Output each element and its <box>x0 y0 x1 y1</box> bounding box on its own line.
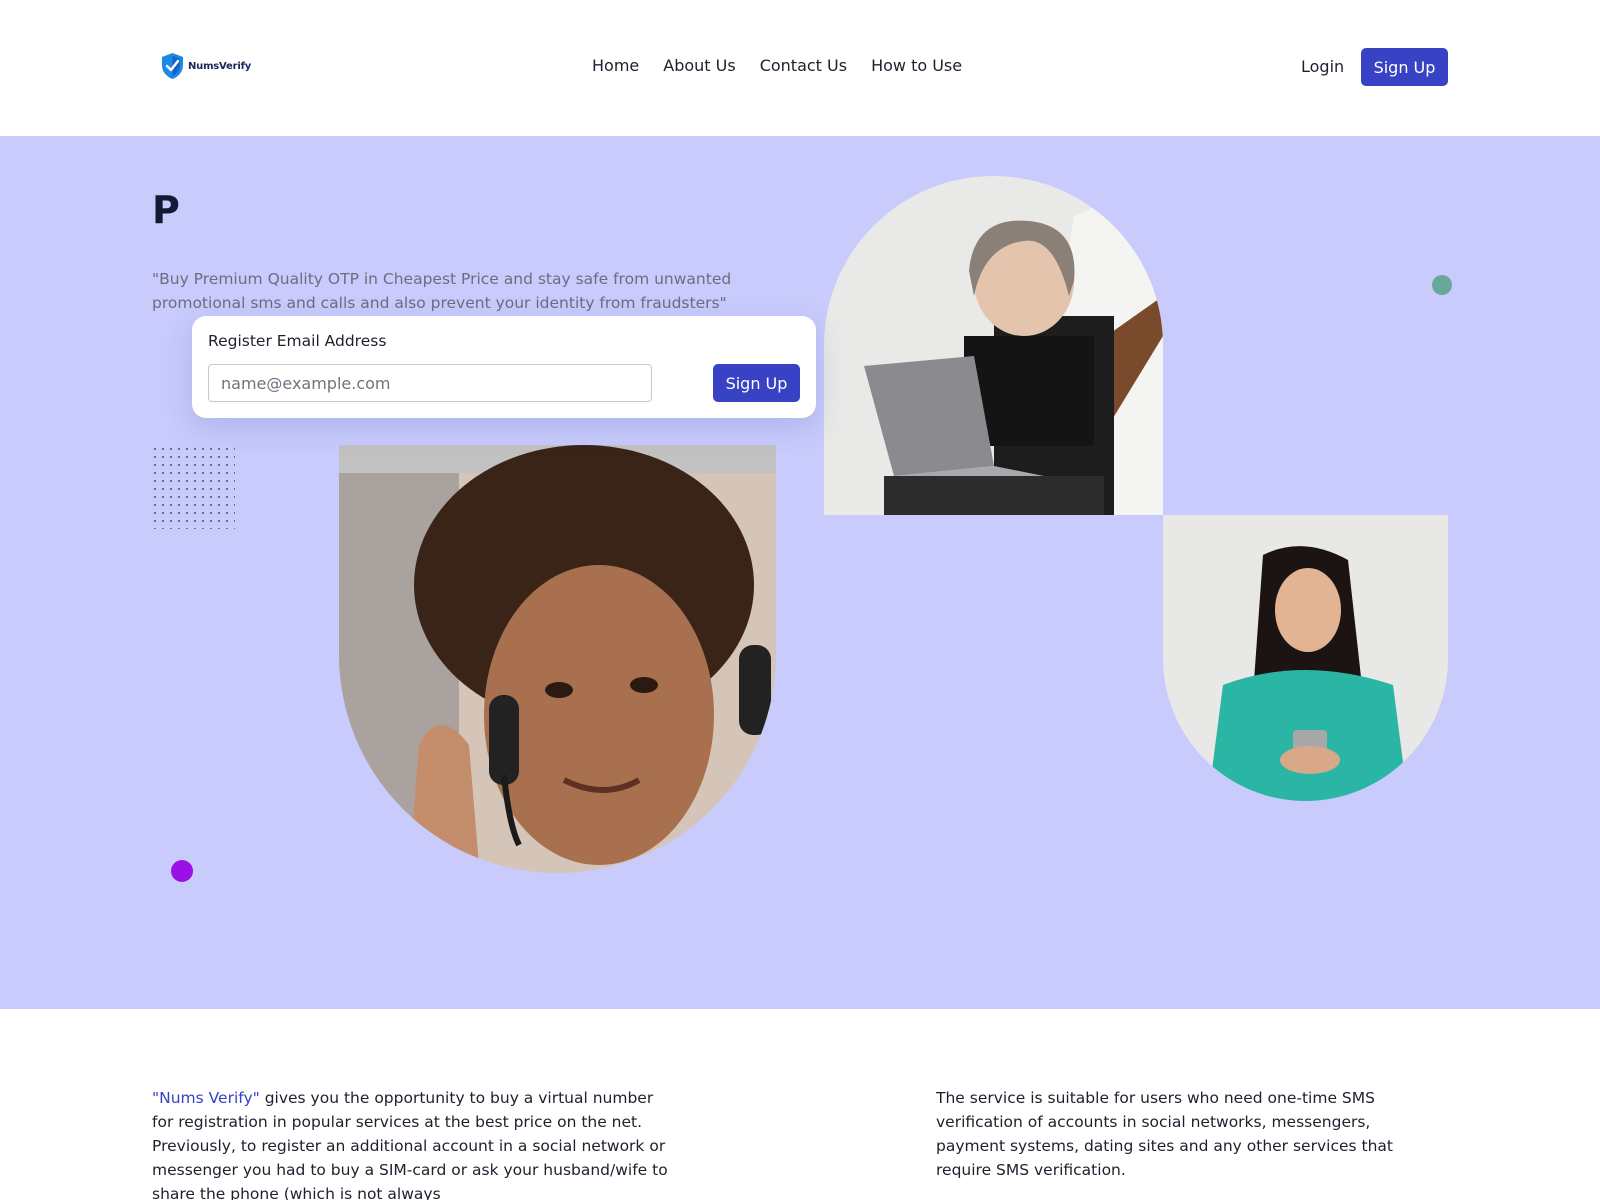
hero-quote: "Buy Premium Quality OTP in Cheapest Pri… <box>152 270 732 312</box>
info-left-paragraph: "Nums Verify" gives you the opportunity … <box>152 1086 672 1200</box>
logo[interactable]: NumsVerify <box>160 52 251 80</box>
register-email-label: Register Email Address <box>208 332 387 350</box>
site-header: NumsVerify Home About Us Contact Us How … <box>0 0 1600 136</box>
brand-name-highlight: "Nums Verify" <box>152 1089 260 1107</box>
logo-text: NumsVerify <box>188 60 252 72</box>
hero-title: P <box>152 188 180 232</box>
photo-person-laptop <box>824 176 1163 515</box>
register-email-input[interactable] <box>208 364 652 402</box>
shield-check-icon <box>162 53 183 79</box>
teal-circle-decoration <box>1432 275 1452 295</box>
nav-how-to-use[interactable]: How to Use <box>871 56 962 75</box>
dot-pattern-decoration <box>151 445 235 529</box>
nav-about-us[interactable]: About Us <box>663 56 735 75</box>
info-right-paragraph: The service is suitable for users who ne… <box>936 1089 1393 1179</box>
hero-section: P "Buy Premium Quality OTP in Cheapest P… <box>0 136 1600 1009</box>
main-nav: Home About Us Contact Us How to Use <box>592 56 962 75</box>
photo-woman-phone <box>1163 515 1448 801</box>
register-email-card: Register Email Address Sign Up <box>192 316 816 418</box>
photo-woman-headset <box>339 445 776 873</box>
nav-contact-us[interactable]: Contact Us <box>760 56 847 75</box>
nav-home[interactable]: Home <box>592 56 639 75</box>
login-link[interactable]: Login <box>1301 57 1344 76</box>
register-signup-button[interactable]: Sign Up <box>713 364 800 402</box>
header-signup-button[interactable]: Sign Up <box>1361 48 1448 86</box>
purple-circle-decoration <box>171 860 193 882</box>
